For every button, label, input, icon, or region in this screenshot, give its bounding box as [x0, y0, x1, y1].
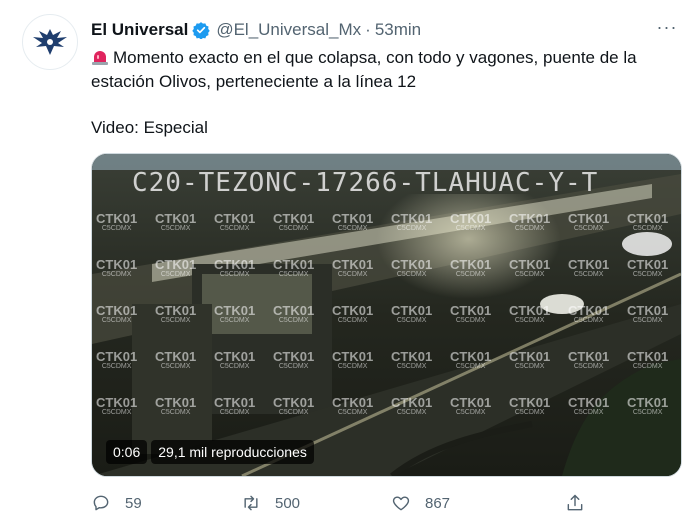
watermark: CTK01 C5CDMX	[391, 211, 433, 232]
watermark: CTK01 C5CDMX	[332, 257, 374, 278]
like-count: 867	[425, 494, 451, 512]
watermark: CTK01 C5CDMX	[391, 257, 433, 278]
retweet-button[interactable]: 500	[241, 489, 300, 517]
share-icon	[567, 494, 583, 511]
watermark: CTK01 C5CDMX	[391, 395, 433, 416]
heart-icon	[392, 496, 410, 511]
author-name[interactable]: El Universal	[91, 20, 188, 40]
watermark: CTK01 C5CDMX	[214, 211, 256, 232]
watermark: CTK01 C5CDMX	[568, 211, 610, 232]
watermark: CTK01 C5CDMX	[96, 257, 138, 278]
watermark: CTK01 C5CDMX	[627, 211, 669, 232]
tweet-header: El Universal @El_Universal_Mx · 53min	[91, 18, 421, 42]
reply-button[interactable]: 59	[91, 489, 142, 517]
watermark: CTK01 C5CDMX	[450, 303, 492, 324]
watermark: CTK01 C5CDMX	[155, 303, 197, 324]
watermark: CTK01 C5CDMX	[568, 303, 610, 324]
watermark: CTK01 C5CDMX	[273, 395, 315, 416]
police-siren-emoji-icon	[91, 48, 109, 66]
camera-id-overlay: C20-TEZONC-17266-TLAHUAC-Y-T	[132, 168, 599, 198]
watermark: CTK01 C5CDMX	[273, 257, 315, 278]
like-button[interactable]: 867	[391, 489, 450, 517]
watermark: CTK01 C5CDMX	[96, 303, 138, 324]
watermark: CTK01 C5CDMX	[214, 303, 256, 324]
more-options-button[interactable]: ···	[652, 14, 682, 40]
reply-icon	[93, 495, 109, 511]
watermark: CTK01 C5CDMX	[391, 303, 433, 324]
watermark: CTK01 C5CDMX	[273, 349, 315, 370]
watermark: CTK01 C5CDMX	[509, 349, 551, 370]
tweet-timestamp[interactable]: 53min	[375, 20, 421, 40]
watermark: CTK01 C5CDMX	[627, 395, 669, 416]
watermark: CTK01 C5CDMX	[509, 211, 551, 232]
watermark: CTK01 C5CDMX	[273, 303, 315, 324]
tweet-text: Momento exacto en el que colapsa, con to…	[91, 46, 691, 94]
retweet-count: 500	[275, 494, 301, 512]
watermark: CTK01 C5CDMX	[509, 257, 551, 278]
watermark: CTK01 C5CDMX	[155, 349, 197, 370]
retweet-icon	[244, 495, 258, 511]
watermark: CTK01 C5CDMX	[96, 211, 138, 232]
watermark: CTK01 C5CDMX	[450, 211, 492, 232]
watermark: CTK01 C5CDMX	[450, 395, 492, 416]
tweet-text-line2: estación Olivos, perteneciente a la líne…	[91, 72, 417, 91]
watermark: CTK01 C5CDMX	[568, 395, 610, 416]
watermark: CTK01 C5CDMX	[450, 257, 492, 278]
header-separator: ·	[365, 20, 371, 39]
reply-count: 59	[125, 494, 142, 512]
watermark: CTK01 C5CDMX	[332, 349, 374, 370]
watermark: CTK01 C5CDMX	[96, 395, 138, 416]
verified-badge-icon	[192, 21, 211, 40]
tweet-actions: 59 500 867	[91, 489, 691, 517]
watermark: CTK01 C5CDMX	[450, 349, 492, 370]
watermark: CTK01 C5CDMX	[155, 395, 197, 416]
watermark: CTK01 C5CDMX	[627, 257, 669, 278]
video-duration: 0:06	[106, 440, 148, 464]
share-button[interactable]	[565, 489, 585, 517]
author-handle[interactable]: @El_Universal_Mx	[216, 20, 361, 40]
watermark: CTK01 C5CDMX	[391, 349, 433, 370]
video-info-overlay: 0:06 29,1 mil reproducciones	[106, 440, 314, 464]
watermark: CTK01 C5CDMX	[568, 349, 610, 370]
watermark: CTK01 C5CDMX	[332, 395, 374, 416]
watermark: CTK01 C5CDMX	[273, 211, 315, 232]
watermark: CTK01 C5CDMX	[214, 395, 256, 416]
watermark: CTK01 C5CDMX	[332, 211, 374, 232]
watermark: CTK01 C5CDMX	[509, 395, 551, 416]
watermark: CTK01 C5CDMX	[155, 211, 197, 232]
tweet-text-line1: Momento exacto en el que colapsa, con to…	[113, 48, 637, 67]
avatar[interactable]	[22, 14, 78, 70]
watermark: CTK01 C5CDMX	[627, 349, 669, 370]
eagle-logo-icon	[33, 29, 67, 55]
watermark: CTK01 C5CDMX	[155, 257, 197, 278]
video-player[interactable]: C20-TEZONC-17266-TLAHUAC-Y-T CTK01 C5CDMX…	[91, 153, 682, 477]
watermark: CTK01 C5CDMX	[568, 257, 610, 278]
watermark: CTK01 C5CDMX	[96, 349, 138, 370]
watermark: CTK01 C5CDMX	[627, 303, 669, 324]
watermark: CTK01 C5CDMX	[332, 303, 374, 324]
watermark: CTK01 C5CDMX	[509, 303, 551, 324]
video-views: 29,1 mil reproducciones	[151, 440, 314, 464]
watermark: CTK01 C5CDMX	[214, 349, 256, 370]
watermark: CTK01 C5CDMX	[214, 257, 256, 278]
video-credit: Video: Especial	[91, 118, 208, 137]
more-icon: ···	[656, 16, 678, 37]
tweet[interactable]: El Universal @El_Universal_Mx · 53min ··…	[0, 0, 700, 525]
